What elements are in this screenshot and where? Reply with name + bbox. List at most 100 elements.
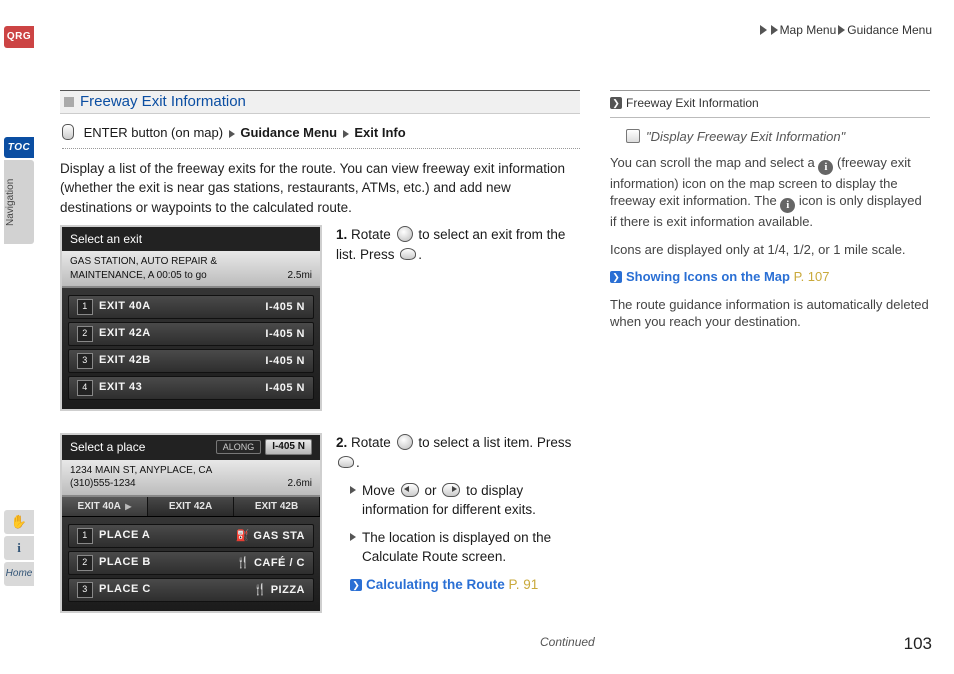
mock1-title: Select an exit (62, 227, 320, 251)
mock1-sub-line2: MAINTENANCE, A 00:05 to go (70, 270, 207, 281)
row-num: 3 (77, 582, 93, 598)
mock2-sub: 1234 MAIN ST, ANYPLACE, CA (310)555-1234… (62, 460, 320, 497)
side-p2: Icons are displayed only at 1/4, 1/2, or… (610, 241, 930, 259)
link-calculating-route[interactable]: Calculating the Route P. 91 (366, 577, 538, 592)
step2-b: to select a list item. Press (418, 435, 571, 450)
page-number: 103 (904, 633, 932, 656)
list-item: 1EXIT 40AI-405 N (68, 295, 314, 319)
side-column: ❯ Freeway Exit Information "Display Freew… (610, 90, 930, 341)
list-item: 3 EXIT 42B I-405 N (68, 349, 314, 373)
mock2-list: 1 PLACE A ⛽ GAS STA 2 PLACE B 🍴 CAFÉ / C 3 PL… (62, 517, 320, 611)
txt: or (425, 483, 437, 498)
mock2-title: Select a place ALONG I-405 N (62, 435, 320, 459)
screenshot-select-place: Select a place ALONG I-405 N 1234 MAIN S… (60, 433, 322, 613)
exit-name: EXIT 42A (99, 327, 151, 339)
list-item: 2 EXIT 42A I-405 N (68, 322, 314, 346)
mock1-distance: 2.5mi (288, 269, 312, 283)
route-label: I-405 N (265, 354, 305, 369)
place-category: 🍴 PIZZA (253, 583, 305, 598)
exit-name: EXIT 42B (99, 354, 151, 366)
tab-navigation[interactable]: Navigation (4, 160, 34, 244)
place-name: PLACE B (99, 556, 151, 568)
link-showing-icons[interactable]: Showing Icons on the Map P. 107 (626, 269, 830, 284)
chevron-right-icon (838, 25, 845, 35)
info-icon[interactable]: i (4, 536, 34, 560)
sub-item: The location is displayed on the Calcula… (350, 528, 580, 567)
step-number: 2. (336, 435, 347, 450)
chevron-right-icon: ▶ (125, 502, 131, 511)
right-arrow-icon (442, 483, 460, 497)
chevron-right-icon (229, 130, 235, 138)
breadcrumb-a[interactable]: Map Menu (780, 23, 837, 37)
note-mark-icon: ❯ (610, 97, 622, 109)
place-category: ⛽ GAS STA (236, 529, 305, 544)
tab-toc[interactable]: TOC (4, 137, 34, 159)
mock2-tabs: EXIT 40A ▶ EXIT 42A EXIT 42B (62, 497, 320, 518)
page: Map Menu Guidance Menu QRG TOC Navigation… (0, 0, 954, 674)
chevron-right-icon (760, 25, 767, 35)
step2-a: Rotate (351, 435, 391, 450)
tab-item: EXIT 42A (148, 497, 234, 517)
sub-item: Move or to display information for diffe… (350, 481, 580, 520)
list-item: 1 PLACE A ⛽ GAS STA (68, 524, 314, 548)
exit-name: EXIT 40A (99, 300, 151, 312)
route-label: I-405 N (265, 327, 305, 342)
press-button-icon (338, 456, 354, 468)
step-1: Select an exit GAS STATION, AUTO REPAIR … (60, 225, 580, 411)
mock2-title-text: Select a place (70, 440, 145, 454)
row-num: 3 (77, 353, 93, 369)
along-badge: ALONG (216, 440, 262, 454)
step2-sublist: Move or to display information for diffe… (336, 481, 580, 567)
main-column: Freeway Exit Information ENTER button (o… (60, 90, 580, 635)
list-item: 4EXIT 43I-405 N (68, 376, 314, 400)
place-name: PLACE A (99, 529, 150, 541)
row-num: 1 (77, 528, 93, 544)
path-c: Exit Info (354, 125, 405, 140)
tab-item: EXIT 40A ▶ (62, 497, 148, 517)
place-name: PLACE C (99, 583, 151, 595)
route-label: I-405 N (265, 381, 305, 396)
mock2-distance: 2.6mi (288, 477, 312, 491)
voice-icon[interactable]: ✋ (4, 510, 34, 534)
voice-command: "Display Freeway Exit Information" (610, 128, 930, 154)
path-a: ENTER button (on map) (84, 125, 223, 140)
step-number: 1. (336, 227, 347, 242)
step1-text: 1. Rotate to select an exit from the lis… (336, 225, 580, 264)
tab-label: EXIT 40A (78, 501, 121, 512)
section-title: Freeway Exit Information (80, 92, 246, 112)
square-bullet-icon (64, 97, 74, 107)
mock1-sub: GAS STATION, AUTO REPAIR & MAINTENANCE, … (62, 251, 320, 288)
list-item: 2 PLACE B 🍴 CAFÉ / C (68, 551, 314, 575)
nav-path: ENTER button (on map) Guidance Menu Exit… (62, 124, 580, 149)
left-arrow-icon (401, 483, 419, 497)
enter-button-icon (62, 124, 74, 140)
side-heading: ❯ Freeway Exit Information (610, 91, 930, 117)
list-item: 3 PLACE C 🍴 PIZZA (68, 578, 314, 602)
breadcrumb-b[interactable]: Guidance Menu (847, 23, 932, 37)
row-num: 1 (77, 299, 93, 315)
chevron-right-icon (771, 25, 778, 35)
exit-name: EXIT 43 (99, 381, 142, 393)
intro-text: Display a list of the freeway exits for … (60, 159, 580, 218)
screenshot-select-exit: Select an exit GAS STATION, AUTO REPAIR … (60, 225, 322, 411)
chevron-right-icon (343, 130, 349, 138)
info-circle-icon: i (818, 160, 833, 175)
side-heading-text: Freeway Exit Information (626, 96, 759, 110)
section-heading: Freeway Exit Information (60, 90, 580, 114)
side-p1: You can scroll the map and select a i (f… (610, 154, 930, 231)
step1-a: Rotate (351, 227, 391, 242)
path-b: Guidance Menu (240, 125, 337, 140)
txt: Move (362, 483, 395, 498)
row-num: 2 (77, 326, 93, 342)
link-mark-icon: ❯ (350, 579, 362, 591)
tab-item: EXIT 42B (234, 497, 320, 517)
home-button[interactable]: Home (4, 562, 34, 586)
tab-qrg[interactable]: QRG (4, 26, 34, 48)
place-category: 🍴 CAFÉ / C (236, 556, 305, 571)
step2-text: 2. Rotate to select a list item. Press .… (336, 433, 580, 594)
step-2: Select a place ALONG I-405 N 1234 MAIN S… (60, 433, 580, 613)
step2-link-row: ❯ Calculating the Route P. 91 (336, 575, 580, 595)
row-num: 2 (77, 555, 93, 571)
mock2-addr2: (310)555-1234 (70, 478, 136, 489)
side-link-row: ❯Showing Icons on the Map P. 107 (610, 268, 930, 286)
